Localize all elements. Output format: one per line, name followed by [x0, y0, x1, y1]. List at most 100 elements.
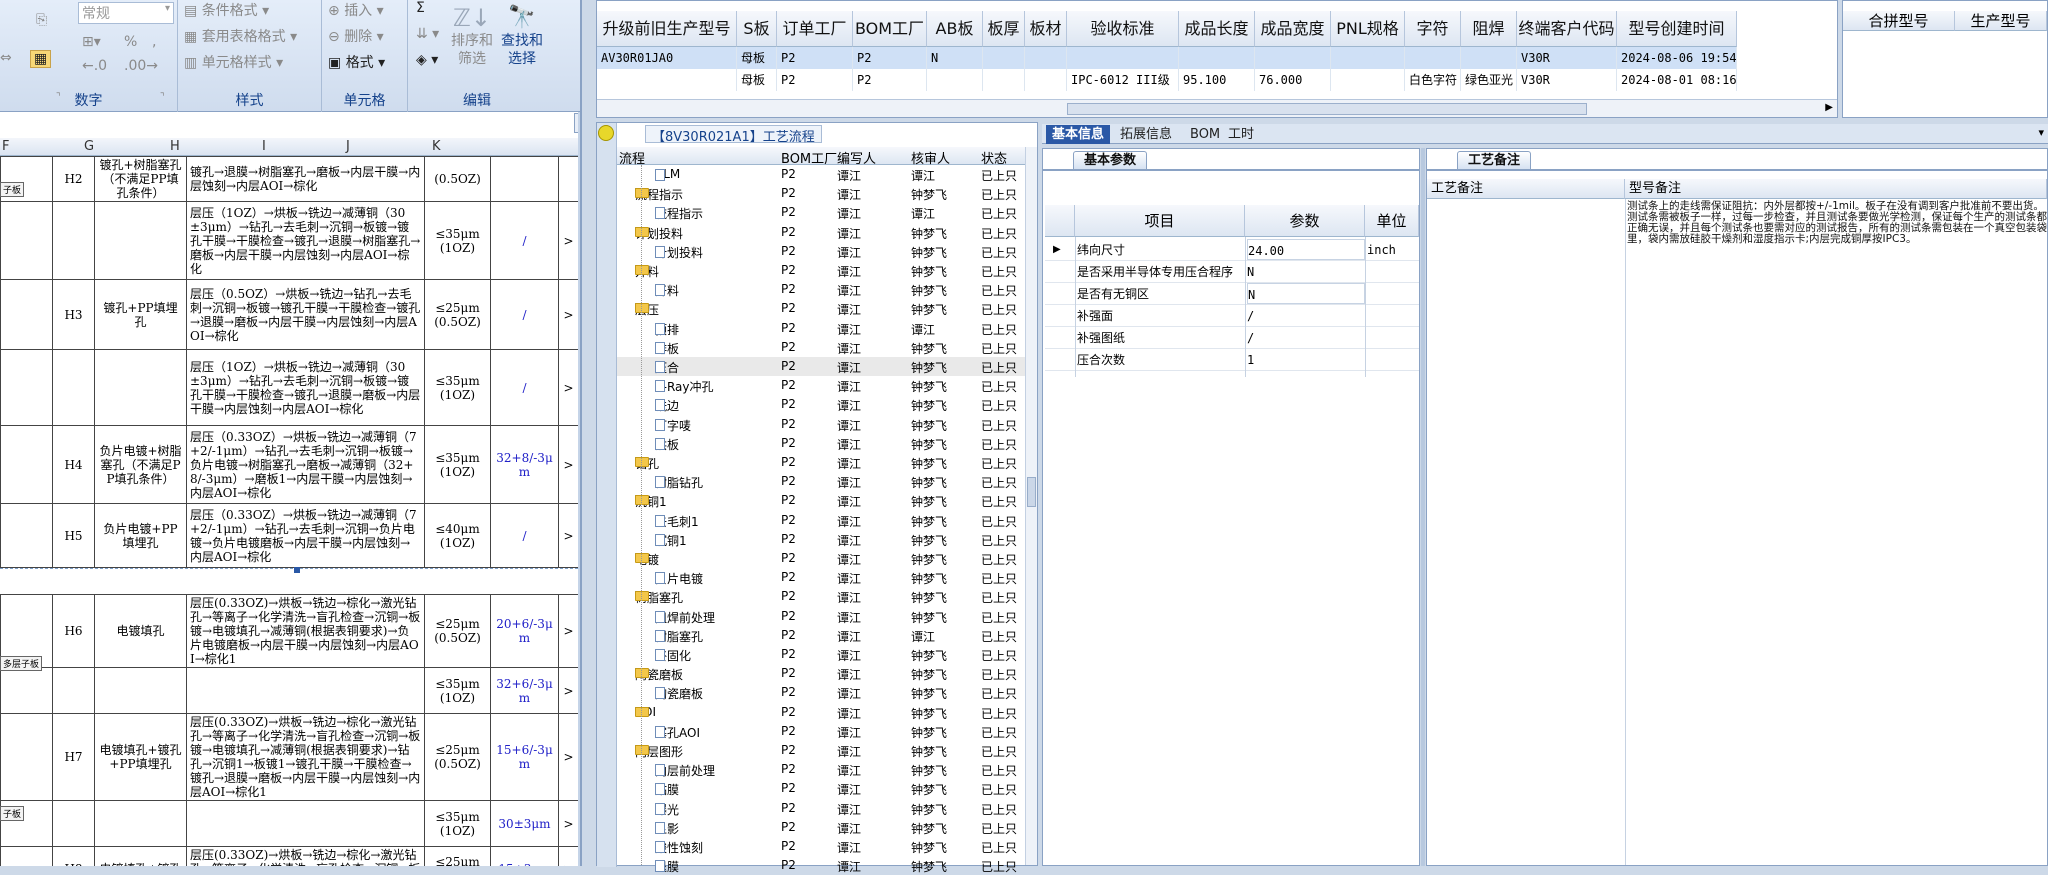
cell-name[interactable]: 电镀填孔+镀孔: [94, 846, 187, 866]
tree-row[interactable]: 显影 P2 谭江 钟梦飞 已上只: [617, 818, 1025, 837]
grid-cell[interactable]: 2024-08-01 08:16:47: [1617, 69, 1737, 91]
param-row[interactable]: ▶ 纬向尺寸 24.00 inch: [1045, 239, 1419, 261]
tree-row[interactable]: 树脂钻孔 P2 谭江 钟梦飞 已上只: [617, 472, 1025, 491]
tab-process-notes[interactable]: 工艺备注: [1457, 151, 1532, 169]
cell-value[interactable]: 15+6/-3μm: [490, 713, 559, 801]
cell-value[interactable]: /: [490, 349, 559, 426]
selected-cell-handle[interactable]: [294, 567, 300, 573]
tree-row[interactable]: 流程指示 P2 谭江 谭江 已上只: [617, 203, 1025, 222]
tree-row[interactable]: −层压 P2 谭江 钟梦飞 已上只: [617, 299, 1025, 318]
col-merge-model[interactable]: 合拼型号: [1843, 11, 1955, 31]
tree-node[interactable]: 塞孔AOI: [655, 724, 700, 741]
col-old-model[interactable]: 升级前旧生产型号: [597, 11, 737, 47]
tree-row[interactable]: 压合 P2 谭江 钟梦飞 已上只: [617, 357, 1025, 376]
grid-cell[interactable]: P2: [777, 47, 853, 69]
grid-cell[interactable]: 母板: [737, 69, 777, 91]
column-k[interactable]: K: [432, 139, 441, 154]
param-row[interactable]: 补强面 /: [1045, 305, 1419, 327]
grid-cell[interactable]: [1255, 47, 1331, 69]
cell-flow[interactable]: 层压（1OZ）→烘板→铣边→减薄铜（30±3μm）→钻孔→去毛刺→沉铜→板镀→镀…: [186, 201, 425, 280]
grid-cell[interactable]: [983, 47, 1025, 69]
cell-name[interactable]: 负片电镀+树脂塞孔（不满足PP填孔条件）: [94, 425, 187, 504]
col-item[interactable]: 项目: [1075, 205, 1245, 237]
cell-flow[interactable]: 层压(0.33OZ)→烘板→铣边→棕化→激光钻孔→等离子→化学清洗→盲孔检查→沉…: [186, 594, 425, 668]
tree-node[interactable]: 贴膜: [655, 781, 679, 798]
tree-node[interactable]: −层压: [635, 301, 659, 318]
col-production-model[interactable]: 生产型号: [1955, 11, 2047, 31]
cell-flow[interactable]: 层压（0.5OZ）→烘板→铣边→钻孔→去毛刺→沉铜→板镀→镀孔干膜→干膜检查→镀…: [186, 279, 425, 350]
tab-extended-info[interactable]: 拓展信息: [1114, 125, 1178, 144]
tree-row[interactable]: −计划投料 P2 谭江 钟梦飞 已上只: [617, 223, 1025, 242]
tree-row[interactable]: −流程指示 P2 谭江 钟梦飞 已上只: [617, 184, 1025, 203]
tree-row[interactable]: 陶瓷磨板 P2 谭江 钟梦飞 已上只: [617, 683, 1025, 702]
tree-row[interactable]: 负片电镀 P2 谭江 钟梦飞 已上只: [617, 568, 1025, 587]
grid-cell[interactable]: [597, 69, 737, 91]
tab-basic-info[interactable]: 基本信息: [1046, 125, 1111, 144]
tree-node[interactable]: −钻孔: [635, 455, 659, 472]
col-created-time[interactable]: 型号创建时间: [1617, 11, 1737, 47]
tree-node[interactable]: −内层图形: [635, 743, 683, 760]
grid-cell[interactable]: [1025, 47, 1067, 69]
cell-code[interactable]: H5: [52, 503, 95, 568]
tabs-dropdown-icon[interactable]: ▾: [2038, 126, 2044, 139]
cell-name[interactable]: [94, 349, 187, 426]
paste-icon[interactable]: ⎘: [36, 12, 47, 28]
cell-name[interactable]: [94, 201, 187, 280]
tree-node[interactable]: −树脂塞孔: [635, 589, 683, 606]
col-solder-mask[interactable]: 阻焊: [1461, 11, 1517, 47]
cell-code[interactable]: [52, 349, 95, 426]
grid-cell[interactable]: 绿色亚光: [1461, 69, 1517, 91]
tree-node[interactable]: 树脂塞孔: [655, 628, 703, 645]
grid-cell[interactable]: P2: [777, 69, 853, 91]
cell-spec[interactable]: ≤35μm (1OZ): [424, 349, 491, 426]
col-length[interactable]: 成品长度: [1179, 11, 1255, 47]
grid-cell[interactable]: 母板: [737, 47, 777, 69]
tree-row[interactable]: −内层图形 P2 谭江 钟梦飞 已上只: [617, 741, 1025, 760]
cell-flow[interactable]: [186, 667, 425, 714]
cell-value[interactable]: /: [490, 279, 559, 350]
cell-name[interactable]: 电镀填孔+镀孔+PP填埋孔: [94, 713, 187, 801]
tree-node[interactable]: 内层前处理: [655, 762, 715, 779]
tree-scrollbar[interactable]: [1025, 147, 1037, 865]
col-process-note[interactable]: 工艺备注: [1427, 179, 1625, 199]
tree-row[interactable]: −AOI P2 谭江 钟梦飞 已上只: [617, 703, 1025, 722]
param-value[interactable]: N: [1247, 283, 1365, 304]
col-silkscreen[interactable]: 字符: [1405, 11, 1461, 47]
conditional-format-button[interactable]: ▤ 条件格式 ▾: [184, 0, 269, 20]
cell-spec[interactable]: ≤25μm (0.5OZ): [424, 713, 491, 801]
cell-value[interactable]: 20+6/-3μm: [490, 594, 559, 668]
cell-value[interactable]: /: [490, 201, 559, 280]
cell-flow[interactable]: 层压(0.33OZ)→烘板→铣边→棕化→激光钻孔→等离子→化学清洗→盲孔检查→沉…: [186, 846, 425, 866]
param-value[interactable]: /: [1247, 305, 1365, 326]
col-param[interactable]: 参数: [1245, 205, 1365, 237]
tree-node[interactable]: BLM: [655, 167, 680, 181]
tree-row[interactable]: 阻焊前处理 P2 谭江 钟梦飞 已上只: [617, 607, 1025, 626]
grid-cell[interactable]: P2: [853, 69, 927, 91]
tree-row[interactable]: 开料 P2 谭江 钟梦飞 已上只: [617, 280, 1025, 299]
cell-arrow[interactable]: >: [558, 279, 579, 350]
grid-cell[interactable]: [983, 69, 1025, 91]
column-h[interactable]: H: [170, 139, 180, 154]
tree-node[interactable]: 终固化: [655, 647, 691, 664]
insert-button[interactable]: ⊕ 插入 ▾: [328, 0, 384, 20]
col-order-factory[interactable]: 订单工厂: [777, 11, 853, 47]
grid-cell[interactable]: 2024-08-06 19:54:47: [1617, 47, 1737, 69]
cell-blank[interactable]: [0, 349, 53, 426]
cell-blank[interactable]: [0, 279, 53, 350]
col-unit[interactable]: 单位: [1365, 205, 1419, 237]
accounting-icon[interactable]: ⊞▾: [82, 34, 101, 50]
tree-node[interactable]: 预排: [655, 321, 679, 338]
tree-row[interactable]: −陶瓷磨板 P2 谭江 钟梦飞 已上只: [617, 664, 1025, 683]
scroll-right-icon[interactable]: ▶: [1825, 102, 1833, 113]
tree-node[interactable]: X-Ray冲孔: [655, 378, 713, 395]
tree-node[interactable]: 去毛刺1: [655, 513, 699, 530]
tree-node[interactable]: 流程指示: [655, 205, 703, 222]
grid-cell[interactable]: V30R: [1517, 69, 1617, 91]
cell-name[interactable]: 镀孔+PP填埋孔: [94, 279, 187, 350]
col-acceptance-std[interactable]: 验收标准: [1067, 11, 1179, 47]
tree-node[interactable]: 开料: [655, 282, 679, 299]
cell-arrow[interactable]: >: [558, 713, 579, 801]
tree-row[interactable]: 终固化 P2 谭江 钟梦飞 已上只: [617, 645, 1025, 664]
grid-hscrollbar[interactable]: ▶: [597, 99, 1837, 117]
tree-node[interactable]: 阻焊前处理: [655, 609, 715, 626]
